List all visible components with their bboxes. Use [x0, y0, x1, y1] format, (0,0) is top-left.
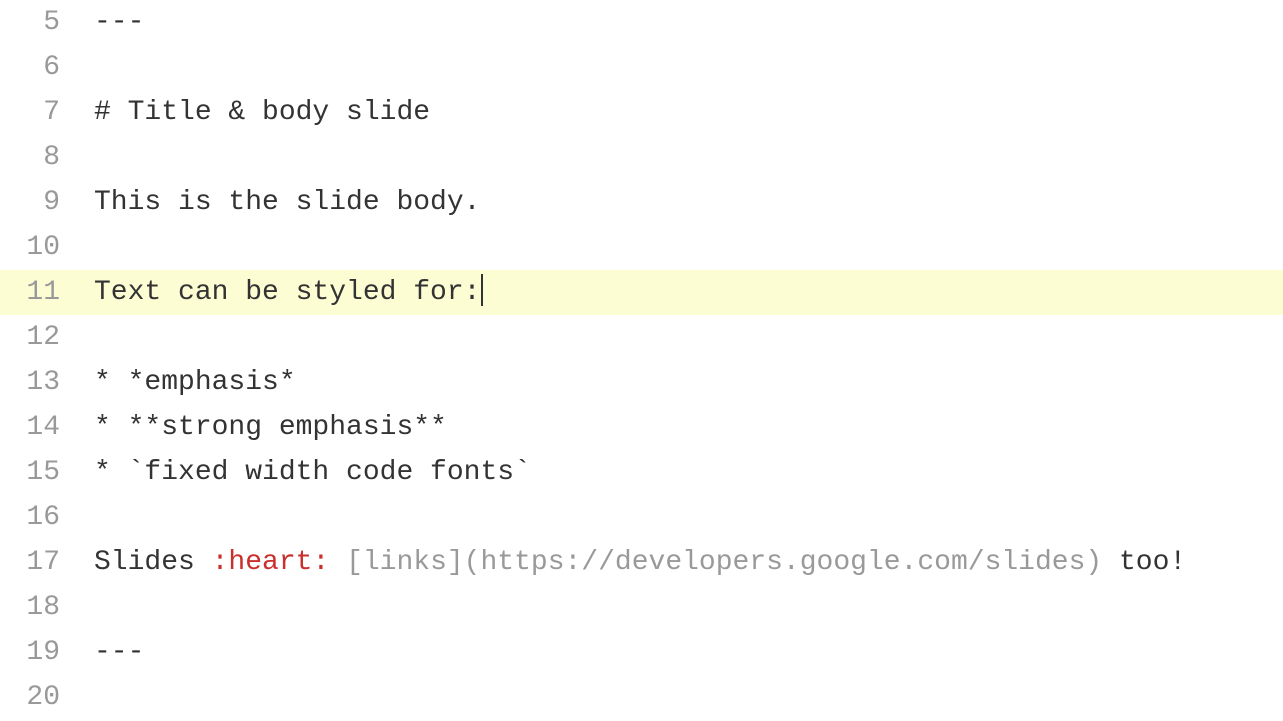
line-number: 19 [0, 630, 68, 675]
line-content[interactable]: --- [68, 0, 1283, 45]
editor-line[interactable]: 14 * **strong emphasis** [0, 405, 1283, 450]
line-number: 13 [0, 360, 68, 405]
line-number: 12 [0, 315, 68, 360]
editor-line[interactable]: 6 [0, 45, 1283, 90]
editor-line[interactable]: 5 --- [0, 0, 1283, 45]
editor-line[interactable]: 15 * `fixed width code fonts` [0, 450, 1283, 495]
line-content[interactable]: * **strong emphasis** [68, 405, 1283, 450]
code-token: # Title & body slide [94, 97, 430, 128]
line-number: 20 [0, 675, 68, 720]
line-content[interactable]: # Title & body slide [68, 90, 1283, 135]
editor-line[interactable]: 18 [0, 585, 1283, 630]
code-token: * **strong emphasis** [94, 412, 447, 443]
code-token: [links](https://developers.google.com/sl… [346, 547, 1102, 578]
code-token: --- [94, 637, 144, 668]
code-token: * `fixed width code fonts` [94, 457, 531, 488]
line-content[interactable]: Text can be styled for: [68, 270, 1283, 315]
line-number: 6 [0, 45, 68, 90]
editor-line[interactable]: 13 * *emphasis* [0, 360, 1283, 405]
line-number: 15 [0, 450, 68, 495]
line-number: 5 [0, 0, 68, 45]
code-editor[interactable]: 5 --- 67 # Title & body slide 89 This is the … [0, 0, 1283, 720]
line-number: 9 [0, 180, 68, 225]
line-number: 18 [0, 585, 68, 630]
line-number: 17 [0, 540, 68, 585]
code-token: Text can be styled for: [94, 277, 480, 308]
line-content[interactable]: * `fixed width code fonts` [68, 450, 1283, 495]
editor-line[interactable]: 11 Text can be styled for: [0, 270, 1283, 315]
editor-line[interactable]: 12 [0, 315, 1283, 360]
code-token: too! [1102, 547, 1186, 578]
line-number: 11 [0, 270, 68, 315]
editor-line[interactable]: 9 This is the slide body. [0, 180, 1283, 225]
line-content[interactable]: * *emphasis* [68, 360, 1283, 405]
editor-line[interactable]: 10 [0, 225, 1283, 270]
editor-line[interactable]: 17Slides :heart: [links](https://develop… [0, 540, 1283, 585]
code-token: Slides [94, 547, 212, 578]
code-token [329, 547, 346, 578]
editor-line[interactable]: 20 [0, 675, 1283, 720]
editor-line[interactable]: 8 [0, 135, 1283, 180]
line-content[interactable]: Slides :heart: [links](https://developer… [68, 540, 1283, 585]
editor-line[interactable]: 16 [0, 495, 1283, 540]
code-token: This is the slide body. [94, 187, 480, 218]
line-content[interactable]: --- [68, 630, 1283, 675]
line-number: 7 [0, 90, 68, 135]
line-number: 14 [0, 405, 68, 450]
code-token: :heart: [212, 547, 330, 578]
code-token: * *emphasis* [94, 367, 296, 398]
editor-line[interactable]: 7 # Title & body slide [0, 90, 1283, 135]
line-number: 10 [0, 225, 68, 270]
line-content[interactable]: This is the slide body. [68, 180, 1283, 225]
code-token: --- [94, 7, 144, 38]
line-number: 16 [0, 495, 68, 540]
editor-line[interactable]: 19 --- [0, 630, 1283, 675]
line-number: 8 [0, 135, 68, 180]
text-cursor [481, 274, 483, 306]
